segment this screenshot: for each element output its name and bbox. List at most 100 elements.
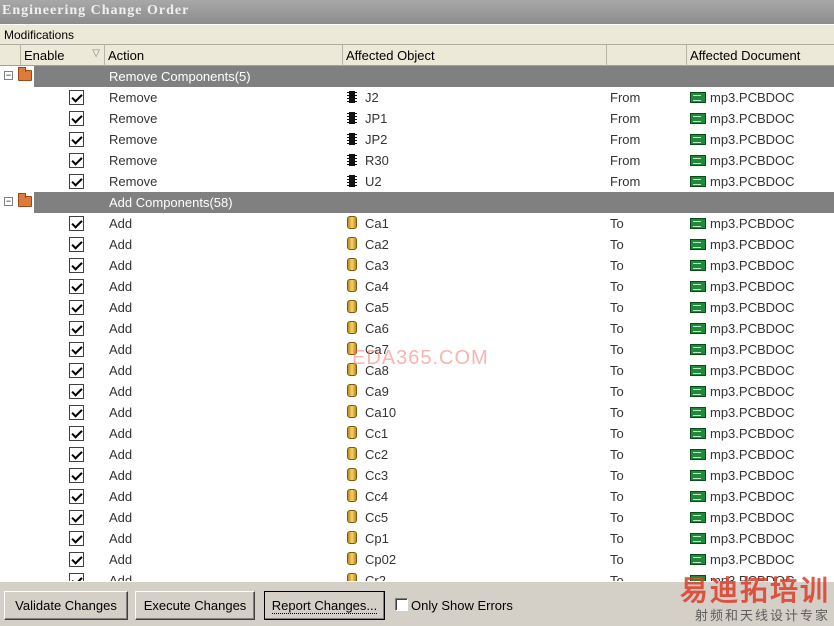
modifications-grid[interactable]: Enable ▽ Action Affected Object Affected… [0,45,834,581]
enable-checkbox[interactable] [69,447,84,462]
direction-cell: From [610,174,641,189]
table-row[interactable]: Remove JP2 From mp3.PCBDOC [0,129,834,150]
table-row[interactable]: Add Cp1 To mp3.PCBDOC [0,528,834,549]
capacitor-icon [347,489,357,502]
action-cell: Add [109,258,133,273]
collapse-icon[interactable]: − [4,197,13,206]
action-cell: Add [109,237,133,252]
table-row[interactable]: Add Cp02 To mp3.PCBDOC [0,549,834,570]
column-header-direction[interactable] [607,45,687,66]
table-row[interactable]: Remove JP1 From mp3.PCBDOC [0,108,834,129]
table-row[interactable]: Remove R30 From mp3.PCBDOC [0,150,834,171]
button-bar: Validate Changes Execute Changes Report … [0,581,834,626]
validate-changes-button[interactable]: Validate Changes [4,591,128,620]
enable-checkbox[interactable] [69,258,84,273]
execute-changes-button[interactable]: Execute Changes [135,591,255,620]
table-row[interactable]: Add Cc5 To mp3.PCBDOC [0,507,834,528]
table-row[interactable]: Add Ca3 To mp3.PCBDOC [0,255,834,276]
enable-checkbox[interactable] [69,384,84,399]
action-cell: Remove [109,111,158,126]
action-cell: Add [109,300,133,315]
affected-object-cell: U2 [365,174,382,189]
capacitor-icon [347,384,357,397]
capacitor-icon [347,531,357,544]
enable-checkbox[interactable] [69,300,84,315]
enable-checkbox[interactable] [69,405,84,420]
action-cell: Add [109,489,133,504]
affected-object-cell: Cc1 [365,426,389,441]
capacitor-icon [347,447,357,460]
collapse-icon[interactable]: − [4,71,13,80]
table-row[interactable]: Add Ca10 To mp3.PCBDOC [0,402,834,423]
affected-object-cell: Cp02 [365,552,397,567]
affected-document-cell: mp3.PCBDOC [710,174,795,189]
enable-checkbox[interactable] [69,489,84,504]
column-header-action[interactable]: Action [105,45,343,66]
group-row[interactable]: − Remove Components(5) [0,66,834,87]
only-show-errors-checkbox[interactable] [395,598,408,611]
column-header-enable-label: Enable [24,48,65,63]
column-header-enable[interactable]: Enable ▽ [21,45,105,66]
enable-checkbox[interactable] [69,174,84,189]
group-row[interactable]: − Add Components(58) [0,192,834,213]
enable-checkbox[interactable] [69,573,84,581]
table-row[interactable]: Add Cc2 To mp3.PCBDOC [0,444,834,465]
affected-object-cell: JP2 [365,132,388,147]
direction-cell: To [610,447,624,462]
column-header-affected-document[interactable]: Affected Document [687,45,834,66]
affected-object-cell: J2 [365,90,379,105]
column-header-affected-object[interactable]: Affected Object [343,45,607,66]
affected-document-cell: mp3.PCBDOC [710,300,795,315]
enable-checkbox[interactable] [69,321,84,336]
affected-object-cell: Cc3 [365,468,389,483]
table-row[interactable]: Remove U2 From mp3.PCBDOC [0,171,834,192]
table-row[interactable]: Add Ca4 To mp3.PCBDOC [0,276,834,297]
enable-checkbox[interactable] [69,363,84,378]
table-row[interactable]: Add Cr2 To mp3.PCBDOC [0,570,834,581]
enable-checkbox[interactable] [69,111,84,126]
folder-icon [18,193,32,207]
table-row[interactable]: Add Ca2 To mp3.PCBDOC [0,234,834,255]
table-row[interactable]: Add Ca6 To mp3.PCBDOC [0,318,834,339]
enable-checkbox[interactable] [69,132,84,147]
affected-document-cell: mp3.PCBDOC [710,468,795,483]
enable-checkbox[interactable] [69,468,84,483]
enable-checkbox[interactable] [69,237,84,252]
report-changes-button[interactable]: Report Changes... [264,591,385,620]
affected-object-cell: Cc5 [365,510,389,525]
affected-object-cell: Ca3 [365,258,389,273]
direction-cell: To [610,342,624,357]
enable-checkbox[interactable] [69,552,84,567]
enable-checkbox[interactable] [69,342,84,357]
capacitor-icon [347,321,357,334]
table-row[interactable]: Add Cc3 To mp3.PCBDOC [0,465,834,486]
enable-checkbox[interactable] [69,510,84,525]
table-row[interactable]: Add Cc1 To mp3.PCBDOC [0,423,834,444]
enable-checkbox[interactable] [69,279,84,294]
action-cell: Remove [109,153,158,168]
action-cell: Add [109,573,133,581]
enable-checkbox[interactable] [69,90,84,105]
affected-document-cell: mp3.PCBDOC [710,405,795,420]
header-spacer [0,45,21,66]
pcb-document-icon [690,428,706,439]
table-row[interactable]: Add Ca9 To mp3.PCBDOC [0,381,834,402]
grid-header: Enable ▽ Action Affected Object Affected… [0,45,834,66]
table-row[interactable]: Add Ca8 To mp3.PCBDOC [0,360,834,381]
table-row[interactable]: Add Ca1 To mp3.PCBDOC [0,213,834,234]
filter-icon[interactable]: ▽ [92,48,100,59]
table-row[interactable]: Add Ca5 To mp3.PCBDOC [0,297,834,318]
table-row[interactable]: Add Cc4 To mp3.PCBDOC [0,486,834,507]
direction-cell: To [610,510,624,525]
enable-checkbox[interactable] [69,216,84,231]
affected-document-cell: mp3.PCBDOC [710,552,795,567]
chip-icon [346,111,358,125]
enable-checkbox[interactable] [69,531,84,546]
enable-checkbox[interactable] [69,153,84,168]
table-row[interactable]: Remove J2 From mp3.PCBDOC [0,87,834,108]
enable-checkbox[interactable] [69,426,84,441]
table-row[interactable]: Add Ca7 To mp3.PCBDOC [0,339,834,360]
pcb-document-icon [690,218,706,229]
only-show-errors-label[interactable]: Only Show Errors [411,598,513,613]
window-title: Engineering Change Order [0,0,834,24]
